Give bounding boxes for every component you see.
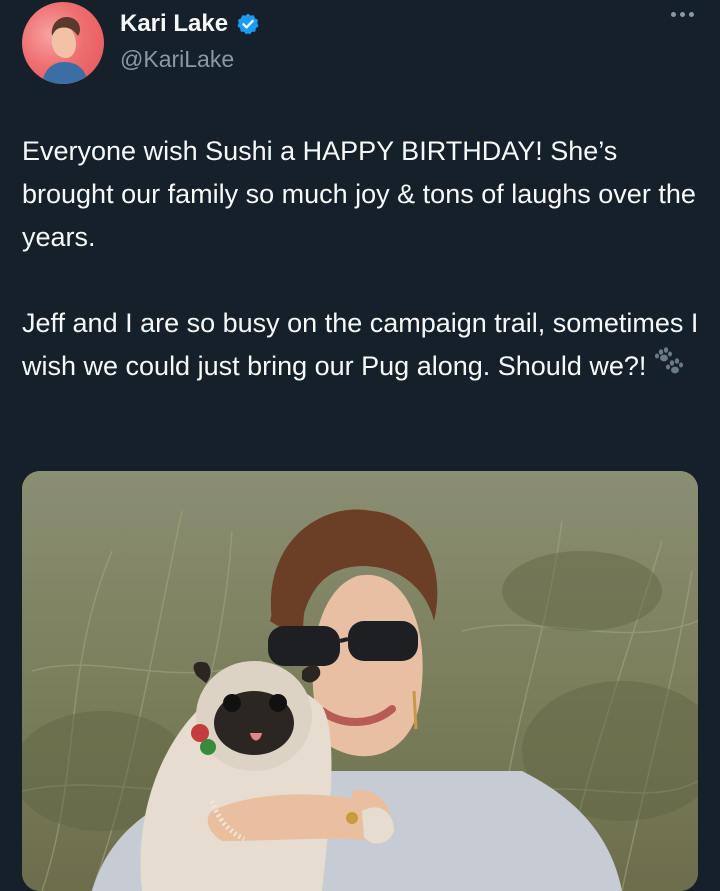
tweet-paragraph-2-text: Jeff and I are so busy on the campaign t… xyxy=(22,308,699,381)
more-dot xyxy=(680,12,685,17)
tweet-paragraph-1: Everyone wish Sushi a HAPPY BIRTHDAY! Sh… xyxy=(22,136,696,252)
more-dot xyxy=(689,12,694,17)
author-handle[interactable]: @KariLake xyxy=(120,46,234,73)
author-name-row[interactable]: Kari Lake xyxy=(120,10,260,38)
verified-badge-icon xyxy=(236,12,260,36)
more-dot xyxy=(671,12,676,17)
author-avatar[interactable] xyxy=(22,2,104,84)
tweet-photo[interactable] xyxy=(22,471,698,891)
author-display-name[interactable]: Kari Lake xyxy=(120,10,228,38)
more-options-button[interactable] xyxy=(671,12,694,17)
tweet-text: Everyone wish Sushi a HAPPY BIRTHDAY! Sh… xyxy=(22,130,702,432)
tweet-paragraph-2: Jeff and I are so busy on the campaign t… xyxy=(22,302,702,389)
paw-prints-icon xyxy=(652,346,686,389)
